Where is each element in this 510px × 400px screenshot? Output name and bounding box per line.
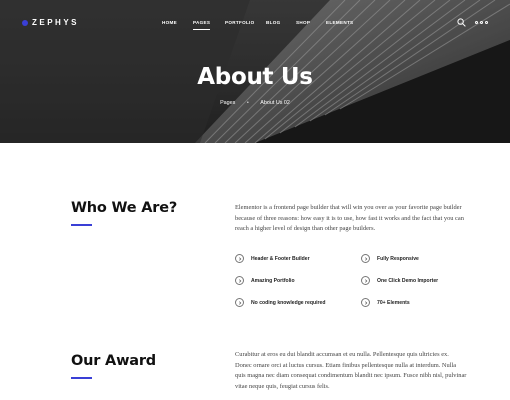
chevron-right-circle-icon: [361, 276, 370, 285]
page-title: About Us: [197, 64, 313, 90]
feature-label: One Click Demo Importer: [377, 277, 439, 284]
nav-elements[interactable]: ELEMENTS: [326, 20, 353, 25]
nav-active-underline: [193, 29, 211, 30]
feature-label: Fully Responsive: [377, 255, 419, 262]
logo-mark: [22, 19, 28, 26]
nav-home[interactable]: HOME: [162, 20, 177, 25]
dot: [475, 21, 478, 24]
breadcrumb-separator: •: [246, 100, 249, 106]
feature-item: 70+ Elements: [361, 298, 410, 307]
breadcrumb: Pages • About Us 02: [0, 100, 510, 106]
nav-pages-label: PAGES: [193, 20, 211, 25]
who-paragraph: Elementor is a frontend page builder tha…: [235, 204, 464, 232]
who-heading-accent: [71, 224, 92, 226]
nav-pages[interactable]: PAGES: [193, 20, 211, 30]
chevron-right-circle-icon: [235, 276, 244, 285]
feature-label: No coding knowledge required: [251, 299, 326, 306]
dot: [485, 21, 488, 24]
nav-shop[interactable]: SHOP: [296, 20, 310, 25]
feature-label: Header & Footer Builder: [251, 255, 310, 262]
site-logo[interactable]: ZEPHYS: [22, 18, 79, 27]
feature-item: Header & Footer Builder: [235, 254, 310, 263]
award-paragraph: Curabitur at eros eu dui blandit accumsa…: [235, 351, 467, 390]
who-heading: Who We Are?: [71, 200, 178, 216]
award-heading: Our Award: [71, 353, 156, 369]
search-icon[interactable]: [457, 18, 466, 27]
feature-label: Amazing Portfolio: [251, 277, 295, 284]
chevron-right-circle-icon: [361, 298, 370, 307]
feature-item: Amazing Portfolio: [235, 276, 295, 285]
feature-label: 70+ Elements: [377, 299, 410, 306]
nav-blog[interactable]: BLOG: [266, 20, 280, 25]
logo-text: ZEPHYS: [32, 18, 80, 27]
feature-item: No coding knowledge required: [235, 298, 325, 307]
feature-item: Fully Responsive: [361, 254, 419, 263]
chevron-right-circle-icon: [235, 298, 244, 307]
chevron-right-circle-icon: [235, 254, 244, 263]
nav-portfolio[interactable]: PORTFOLIO: [225, 20, 255, 25]
award-heading-accent: [71, 377, 92, 379]
more-dots-icon[interactable]: [475, 21, 488, 24]
dot: [480, 21, 483, 24]
feature-item: One Click Demo Importer: [361, 276, 438, 285]
hero-banner: ZEPHYS HOME PAGES PORTFOLIO BLOG SHOP EL…: [0, 0, 510, 143]
breadcrumb-link-pages[interactable]: Pages: [220, 100, 235, 106]
chevron-right-circle-icon: [361, 254, 370, 263]
breadcrumb-current: About Us 02: [260, 100, 290, 106]
